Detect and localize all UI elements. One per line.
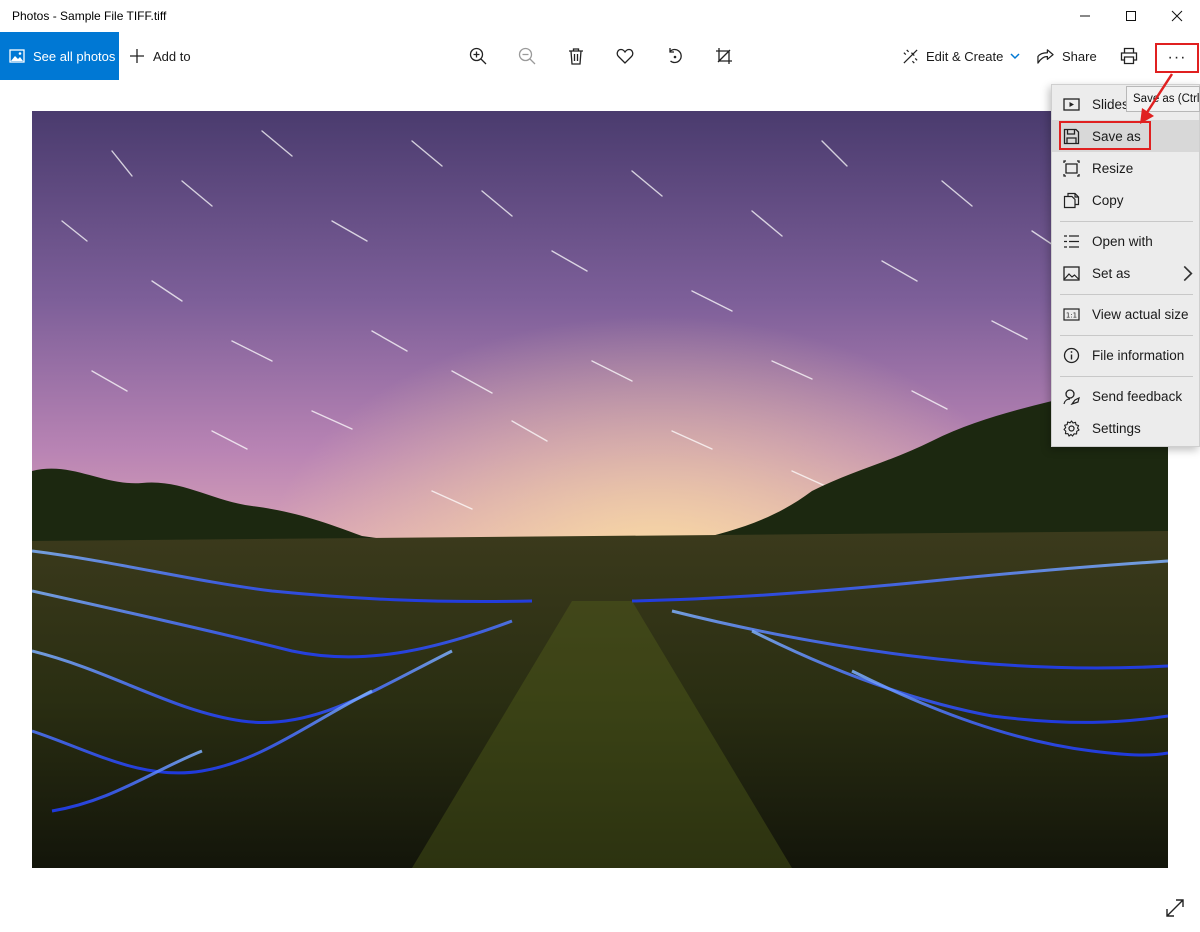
photo-icon bbox=[9, 49, 25, 63]
menu-item-copy[interactable]: Copy bbox=[1052, 184, 1199, 216]
share-label: Share bbox=[1062, 48, 1097, 64]
share-icon bbox=[1037, 48, 1054, 64]
menu-separator bbox=[1060, 335, 1193, 336]
heart-icon bbox=[616, 48, 634, 64]
open-with-icon bbox=[1064, 234, 1079, 248]
see-all-photos-label: See all photos bbox=[33, 48, 116, 64]
menu-separator bbox=[1060, 376, 1193, 377]
see-all-photos-button[interactable]: See all photos bbox=[0, 32, 119, 80]
favorite-button[interactable] bbox=[613, 44, 637, 68]
print-button[interactable] bbox=[1117, 44, 1141, 68]
menu-item-file-information[interactable]: File information bbox=[1052, 339, 1199, 371]
menu-item-open-with[interactable]: Open with bbox=[1052, 225, 1199, 257]
menu-separator bbox=[1060, 294, 1193, 295]
share-button[interactable]: Share bbox=[1037, 32, 1097, 80]
title-bar: Photos - Sample File TIFF.tiff bbox=[0, 0, 1200, 32]
menu-item-send-feedback[interactable]: Send feedback bbox=[1052, 380, 1199, 412]
feedback-icon bbox=[1063, 388, 1080, 405]
menu-item-view-actual-size[interactable]: 1:1 View actual size bbox=[1052, 298, 1199, 330]
slideshow-icon bbox=[1063, 97, 1080, 111]
menu-item-resize[interactable]: Resize bbox=[1052, 152, 1199, 184]
close-icon bbox=[1171, 10, 1183, 22]
photo-viewer[interactable] bbox=[32, 111, 1168, 868]
menu-separator bbox=[1060, 221, 1193, 222]
maximize-button[interactable] bbox=[1108, 0, 1154, 32]
menu-item-label: File information bbox=[1092, 347, 1185, 363]
print-icon bbox=[1120, 47, 1138, 65]
annotation-arrow bbox=[1140, 73, 1174, 124]
zoom-in-button[interactable] bbox=[466, 44, 490, 68]
expand-button[interactable] bbox=[1164, 897, 1186, 919]
menu-item-label: Open with bbox=[1092, 233, 1153, 249]
rotate-button[interactable] bbox=[663, 44, 687, 68]
zoom-out-button[interactable] bbox=[515, 44, 539, 68]
add-to-label: Add to bbox=[153, 48, 191, 64]
zoom-out-icon bbox=[518, 47, 536, 65]
rotate-icon bbox=[669, 48, 682, 64]
edit-create-button[interactable]: Edit & Create bbox=[902, 32, 1020, 80]
toolbar: See all photos Add to Edit & Create Shar… bbox=[0, 32, 1200, 80]
maximize-icon bbox=[1126, 11, 1136, 21]
window-title: Photos - Sample File TIFF.tiff bbox=[12, 9, 167, 23]
chevron-down-icon bbox=[1010, 53, 1020, 60]
minimize-button[interactable] bbox=[1062, 0, 1108, 32]
delete-button[interactable] bbox=[564, 44, 588, 68]
gear-icon bbox=[1063, 419, 1080, 437]
menu-item-settings[interactable]: Settings bbox=[1052, 412, 1199, 444]
menu-item-label: Set as bbox=[1092, 265, 1131, 281]
info-icon bbox=[1063, 347, 1080, 363]
edit-create-label: Edit & Create bbox=[926, 48, 1004, 64]
menu-item-label: View actual size bbox=[1092, 306, 1189, 322]
set-as-icon bbox=[1063, 265, 1080, 281]
minimize-icon bbox=[1080, 15, 1090, 17]
copy-icon bbox=[1063, 192, 1080, 208]
resize-icon bbox=[1063, 159, 1080, 177]
plus-icon bbox=[130, 49, 144, 63]
add-to-button[interactable]: Add to bbox=[129, 32, 191, 80]
close-button[interactable] bbox=[1154, 0, 1200, 32]
zoom-in-icon bbox=[469, 47, 487, 65]
svg-text:1:1: 1:1 bbox=[1066, 311, 1077, 319]
chevron-right-icon bbox=[1180, 257, 1197, 289]
crop-icon bbox=[716, 48, 732, 64]
menu-item-set-as[interactable]: Set as bbox=[1052, 257, 1199, 289]
menu-item-label: Send feedback bbox=[1092, 388, 1183, 404]
crop-button[interactable] bbox=[712, 44, 736, 68]
actual-size-icon: 1:1 bbox=[1063, 307, 1080, 321]
delete-icon bbox=[569, 48, 583, 65]
menu-item-label: Copy bbox=[1092, 192, 1124, 208]
menu-item-label: Settings bbox=[1092, 420, 1141, 436]
expand-icon bbox=[1166, 899, 1184, 917]
more-options-button[interactable]: ··· bbox=[1155, 43, 1199, 73]
edit-create-icon bbox=[903, 48, 918, 64]
menu-item-label: Resize bbox=[1092, 160, 1134, 176]
landscape-image bbox=[32, 111, 1168, 868]
